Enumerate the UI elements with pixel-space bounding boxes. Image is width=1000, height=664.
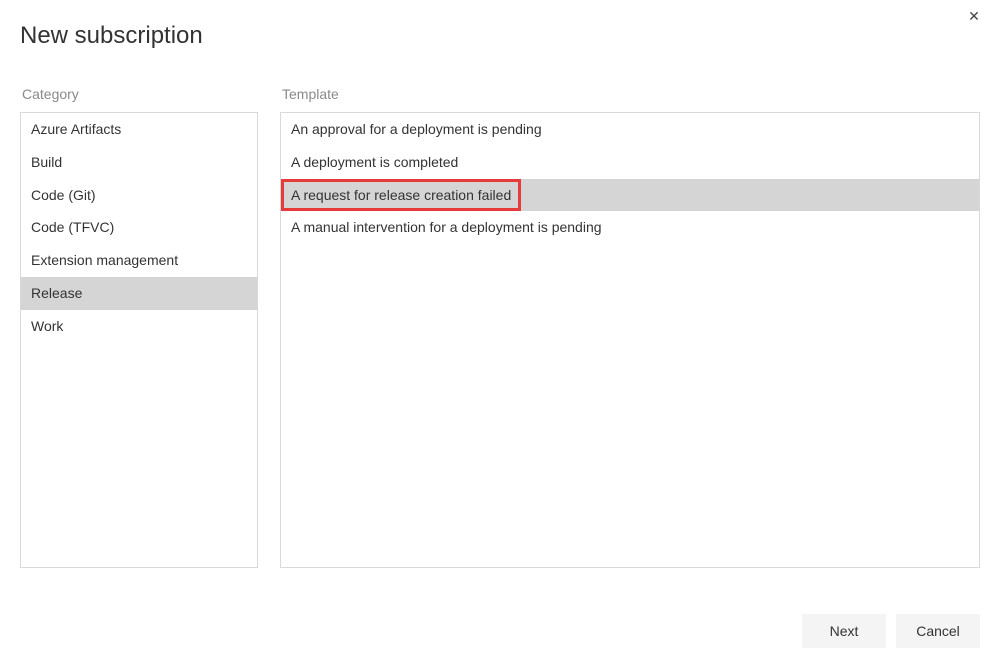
category-item[interactable]: Code (Git) bbox=[21, 179, 257, 212]
dialog-buttons: Next Cancel bbox=[802, 614, 980, 648]
dialog-body: Category Azure ArtifactsBuildCode (Git)C… bbox=[0, 50, 1000, 568]
category-item[interactable]: Work bbox=[21, 310, 257, 343]
close-button[interactable]: ✕ bbox=[960, 2, 988, 30]
template-item-row: A request for release creation failed bbox=[281, 179, 979, 212]
template-column: Template An approval for a deployment is… bbox=[280, 86, 980, 568]
cancel-button[interactable]: Cancel bbox=[896, 614, 980, 648]
template-item[interactable]: An approval for a deployment is pending bbox=[281, 113, 979, 146]
next-button[interactable]: Next bbox=[802, 614, 886, 648]
dialog-title: New subscription bbox=[0, 0, 1000, 50]
category-item[interactable]: Release bbox=[21, 277, 257, 310]
template-highlight: A request for release creation failed bbox=[281, 179, 521, 212]
template-item[interactable]: A request for release creation failed bbox=[284, 182, 518, 209]
template-item[interactable]: A deployment is completed bbox=[281, 146, 979, 179]
close-icon: ✕ bbox=[968, 8, 980, 25]
category-column: Category Azure ArtifactsBuildCode (Git)C… bbox=[20, 86, 258, 568]
category-item[interactable]: Code (TFVC) bbox=[21, 211, 257, 244]
template-header: Template bbox=[280, 86, 980, 102]
template-list: An approval for a deployment is pendingA… bbox=[280, 112, 980, 568]
category-header: Category bbox=[20, 86, 258, 102]
category-item[interactable]: Azure Artifacts bbox=[21, 113, 257, 146]
category-list: Azure ArtifactsBuildCode (Git)Code (TFVC… bbox=[20, 112, 258, 568]
template-item[interactable]: A manual intervention for a deployment i… bbox=[281, 211, 979, 244]
category-item[interactable]: Build bbox=[21, 146, 257, 179]
category-item[interactable]: Extension management bbox=[21, 244, 257, 277]
